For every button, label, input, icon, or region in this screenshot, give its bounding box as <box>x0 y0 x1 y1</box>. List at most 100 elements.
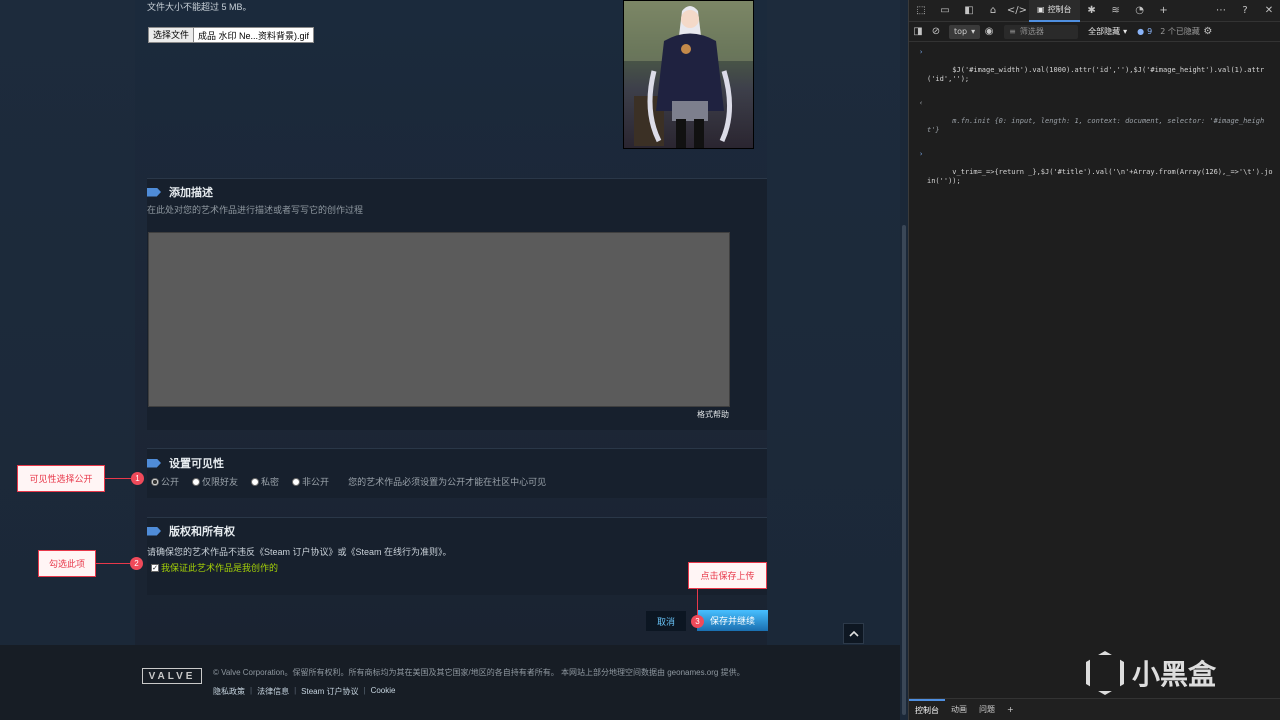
settings-gear-icon[interactable]: ⚙ <box>1200 21 1216 43</box>
artwork-preview-image <box>623 0 754 149</box>
footer-link-legal[interactable]: 法律信息 <box>257 686 289 697</box>
console-toolbar: ◨ ⊘ top ▾ ◉ ≡ 筛选器 全部隐藏 ▾ ● 9 2 个已隐藏 ⚙ <box>909 22 1280 42</box>
result-arrow-icon: ‹ <box>919 99 924 107</box>
scroll-to-top-button[interactable] <box>843 623 864 644</box>
radio-private[interactable]: 私密 <box>251 475 279 488</box>
cancel-button[interactable]: 取消 <box>646 611 686 631</box>
choose-file-button[interactable]: 选择文件 <box>149 28 195 42</box>
filter-placeholder: 筛选器 <box>1019 27 1044 36</box>
console-line-text: v_trim=_=>{return _},$J('#title').val('\… <box>927 168 1273 185</box>
context-label: top <box>954 27 968 36</box>
radio-button[interactable] <box>292 477 301 486</box>
visibility-panel <box>147 448 767 498</box>
drawer-tab-animations[interactable]: 动画 <box>945 699 973 720</box>
drawer-add-tab-icon[interactable]: + <box>1001 699 1020 720</box>
radio-unlisted[interactable]: 非公开 <box>292 475 329 488</box>
ownership-section: 版权和所有权 <box>147 523 235 539</box>
console-icon: ▣ <box>1037 5 1045 14</box>
sources-bug-icon[interactable]: ✱ <box>1080 0 1104 22</box>
filter-input[interactable]: ≡ 筛选器 <box>1004 24 1079 39</box>
prompt-chevron-icon: › <box>919 48 924 56</box>
page-scrollbar-thumb[interactable] <box>902 225 906 715</box>
annotation-number-3: 3 <box>691 615 704 628</box>
welcome-home-icon[interactable]: ⌂ <box>981 0 1005 22</box>
annotation-callout-1: 可见性选择公开 <box>17 465 105 492</box>
context-selector[interactable]: top ▾ <box>949 24 981 39</box>
description-textarea[interactable] <box>148 232 730 407</box>
visibility-options: 公开 仅限好友 私密 非公开 您的艺术作品必须设置为公开才能在社区中心可见 <box>151 475 546 488</box>
radio-label: 私密 <box>261 477 280 487</box>
save-continue-button[interactable]: 保存并继续 <box>697 610 768 631</box>
performance-icon[interactable]: ◔ <box>1128 0 1152 22</box>
radio-label: 非公开 <box>302 477 330 487</box>
footer-link-cookie[interactable]: Cookie <box>371 686 396 697</box>
add-tab-icon[interactable]: + <box>1152 0 1176 22</box>
inspect-icon[interactable]: ⬚ <box>909 0 933 22</box>
message-icon: ● <box>1137 27 1145 36</box>
drawer-tab-console[interactable]: 控制台 <box>909 698 945 720</box>
console-output: › $J('#image_width').val(1000).attr('id'… <box>909 44 1280 201</box>
dock-icon[interactable]: ◧ <box>957 0 981 22</box>
more-menu-icon[interactable]: ⋯ <box>1209 0 1233 22</box>
devtools-panel: ⬚ ▭ ◧ ⌂ </> ▣ 控制台 ✱ ≋ ◔ + ⋯ ? ✕ ◨ ⊘ top … <box>908 0 1280 720</box>
watermark-text: 小黑盒 <box>1132 658 1217 691</box>
file-size-hint: 文件大小不能超过 5 MB。 <box>147 2 252 12</box>
console-line-text: $J('#image_width').val(1000).attr('id','… <box>927 66 1265 83</box>
radio-button[interactable] <box>151 477 159 486</box>
footer-link-ssa[interactable]: Steam 订户协议 <box>301 686 358 697</box>
radio-label: 公开 <box>161 477 180 487</box>
issues-badge[interactable]: ● 9 <box>1137 27 1152 36</box>
file-input[interactable]: 选择文件 成品 水印 Ne...资料背景).gif <box>148 27 315 43</box>
watermark: 小黑盒 <box>1086 651 1216 695</box>
eye-icon[interactable]: ◉ <box>980 21 998 43</box>
console-output-line[interactable]: ‹ m.fn.init {0: input, length: 1, contex… <box>919 99 1273 144</box>
section-flag-icon <box>147 187 161 197</box>
log-levels-label: 全部隐藏 <box>1088 27 1121 36</box>
ownership-text: 请确保您的艺术作品不违反《Steam 订户协议》或《Steam 在线行为准则》。 <box>147 547 452 557</box>
annotation-connector <box>96 563 130 564</box>
ownership-checkbox-row[interactable]: ✓ 我保证此艺术作品是我创作的 <box>151 561 278 574</box>
hidden-count: 2 个已隐藏 <box>1160 27 1200 36</box>
drawer-tabbar: 控制台 动画 问题 + <box>909 698 1280 720</box>
visibility-section: 设置可见性 <box>147 455 224 471</box>
annotation-connector <box>697 589 698 615</box>
visibility-title: 设置可见性 <box>169 458 224 470</box>
footer-copyright: © Valve Corporation。保留所有权利。所有商标均为其在美国及其它… <box>213 668 745 677</box>
section-flag-icon <box>147 458 161 468</box>
devtools-tabbar: ⬚ ▭ ◧ ⌂ </> ▣ 控制台 ✱ ≋ ◔ + ⋯ ? ✕ <box>909 0 1280 22</box>
watermark-logo-icon <box>1086 651 1124 695</box>
radio-public[interactable]: 公开 <box>151 475 179 488</box>
drawer-tab-issues[interactable]: 问题 <box>973 699 1001 720</box>
console-input-line: › $J('#image_width').val(1000).attr('id'… <box>919 48 1273 93</box>
format-help-link[interactable]: 格式帮助 <box>697 409 729 420</box>
annotation-callout-2: 勾选此项 <box>38 550 96 577</box>
description-title: 添加描述 <box>169 187 213 199</box>
log-levels-dropdown[interactable]: 全部隐藏 ▾ <box>1088 26 1127 37</box>
device-toggle-icon[interactable]: ▭ <box>933 0 957 22</box>
annotation-number-2: 2 <box>130 557 143 570</box>
visibility-note: 您的艺术作品必须设置为公开才能在社区中心可见 <box>348 477 547 487</box>
elements-tab-icon[interactable]: </> <box>1005 0 1029 22</box>
description-section: 添加描述 <box>147 184 213 200</box>
radio-button[interactable] <box>192 477 201 486</box>
footer-link-privacy[interactable]: 隐私政策 <box>213 686 245 697</box>
network-wifi-icon[interactable]: ≋ <box>1104 0 1128 22</box>
annotation-connector <box>105 478 131 479</box>
radio-button[interactable] <box>251 477 260 486</box>
section-flag-icon <box>147 526 161 536</box>
ownership-checkbox[interactable]: ✓ <box>151 563 159 572</box>
close-icon[interactable]: ✕ <box>1257 0 1280 22</box>
footer <box>0 645 908 720</box>
sidebar-toggle-icon[interactable]: ◨ <box>909 21 927 43</box>
filter-icon: ≡ <box>1009 27 1016 36</box>
radio-friends-only[interactable]: 仅限好友 <box>192 475 238 488</box>
chevron-up-icon <box>848 630 859 637</box>
console-line-text: m.fn.init {0: input, length: 1, context:… <box>927 117 1265 134</box>
footer-links: 隐私政策 | 法律信息 | Steam 订户协议 | Cookie <box>213 686 396 697</box>
tab-console[interactable]: ▣ 控制台 <box>1029 0 1080 22</box>
clear-console-icon[interactable]: ⊘ <box>927 21 945 43</box>
tab-console-label: 控制台 <box>1047 5 1072 14</box>
valve-logo: VALVE <box>142 668 202 684</box>
radio-label: 仅限好友 <box>202 477 239 487</box>
help-icon[interactable]: ? <box>1233 0 1257 22</box>
